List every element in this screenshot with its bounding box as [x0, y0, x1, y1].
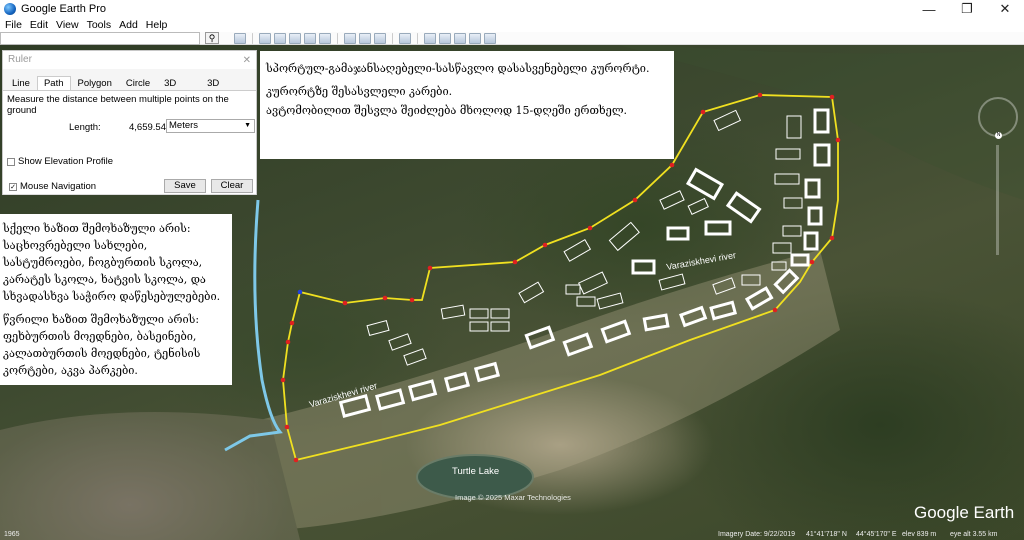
note-line-2: კურორტზე შესასვლელი კარები. [266, 85, 453, 98]
menu-view[interactable]: View [56, 19, 79, 31]
tab-polygon[interactable]: Polygon [71, 76, 119, 90]
mouse-navigation-option[interactable]: ✓ Mouse Navigation [9, 181, 96, 192]
eye-altitude-readout: eye alt 3.55 km [950, 531, 998, 538]
menu-tools[interactable]: Tools [87, 19, 112, 31]
zoom-slider[interactable] [996, 145, 999, 255]
length-value: 4,659.54 [129, 122, 166, 133]
placemark-icon[interactable] [259, 33, 271, 44]
elevation-readout: elev 839 m [902, 531, 937, 538]
elevation-profile-option[interactable]: Show Elevation Profile [7, 156, 113, 167]
note-line-3: ავტომობილით შესვლა შეიძლება მხოლოდ 15-დღ… [266, 104, 628, 117]
menu-help[interactable]: Help [146, 19, 168, 31]
note-line-1: სპორტულ-გამაჯანსაღებელი-სასწავლო დასასვე… [266, 62, 650, 75]
close-button[interactable]: ✕ [986, 0, 1024, 18]
menu-edit[interactable]: Edit [30, 19, 48, 31]
path-icon[interactable] [289, 33, 301, 44]
print-icon[interactable] [439, 33, 451, 44]
elevation-profile-checkbox[interactable] [7, 157, 15, 166]
ruler-icon[interactable] [399, 33, 411, 44]
lake-label: Turtle Lake [452, 466, 500, 477]
latitude-readout: 41°41'718" N [806, 531, 847, 538]
status-year: 1965 [4, 531, 20, 538]
river-path-line [224, 199, 283, 452]
google-earth-app-icon [4, 3, 16, 15]
unit-selected-value: Meters [169, 120, 199, 131]
tab-3d-path[interactable]: 3D path [157, 76, 200, 103]
clear-button[interactable]: Clear [211, 179, 253, 193]
ruler-title: Ruler [8, 54, 32, 65]
ruler-tabs: Line Path Polygon Circle 3D path 3D poly… [3, 76, 256, 103]
legend-note: სქელი ხაზით შემოხაზული არის: საცხოვრებელ… [0, 214, 232, 385]
tab-path[interactable]: Path [36, 76, 71, 90]
tab-line[interactable]: Line [5, 76, 37, 90]
image-overlay-icon[interactable] [304, 33, 316, 44]
toolbar-icons [234, 32, 496, 45]
earth-icon[interactable] [484, 33, 496, 44]
mouse-navigation-checkbox[interactable]: ✓ [9, 182, 17, 191]
polygon-icon[interactable] [274, 33, 286, 44]
chevron-down-icon: ▼ [244, 122, 251, 129]
north-marker-icon: N [995, 132, 1002, 139]
save-button[interactable]: Save [164, 179, 206, 193]
sun-icon[interactable] [359, 33, 371, 44]
unit-select[interactable]: Meters ▼ [166, 119, 255, 133]
toolbar-separator [252, 33, 253, 44]
longitude-readout: 44°45'170" E [856, 531, 897, 538]
boundary-start-vertex [297, 289, 303, 295]
ruler-dialog: Ruler ✕ Line Path Polygon Circle 3D path… [2, 50, 257, 195]
save-image-icon[interactable] [454, 33, 466, 44]
sidebar-toggle-icon[interactable] [234, 33, 246, 44]
compass-control[interactable]: N [978, 97, 1018, 139]
minimize-button[interactable]: — [910, 0, 948, 18]
legend-thin-outline-text: წვრილი ხაზით შემოხაზული არის: ფეხბურთის … [3, 313, 201, 377]
tab-circle[interactable]: Circle [119, 76, 157, 90]
planets-icon[interactable] [374, 33, 386, 44]
view-in-maps-icon[interactable] [469, 33, 481, 44]
menu-bar: File Edit View Tools Add Help [0, 18, 1024, 32]
tab-3d-polygon[interactable]: 3D polygon [200, 76, 256, 103]
menu-add[interactable]: Add [119, 19, 138, 31]
menu-file[interactable]: File [5, 19, 22, 31]
length-label: Length: [69, 122, 101, 133]
search-input[interactable] [0, 32, 200, 45]
imagery-date: Imagery Date: 9/22/2019 [718, 531, 796, 538]
elevation-profile-label: Show Elevation Profile [18, 156, 114, 167]
mouse-navigation-label: Mouse Navigation [20, 181, 97, 192]
ruler-close-button[interactable]: ✕ [243, 52, 251, 70]
copyright-label: Image © 2025 Maxar Technologies [455, 493, 571, 502]
toolbar-separator [337, 33, 338, 44]
window-title: Google Earth Pro [21, 3, 106, 15]
toolbar-separator [392, 33, 393, 44]
email-icon[interactable] [424, 33, 436, 44]
restore-button[interactable]: ❐ [948, 0, 986, 18]
resort-info-note: სპორტულ-გამაჯანსაღებელი-სასწავლო დასასვე… [260, 51, 674, 159]
tour-icon[interactable] [319, 33, 331, 44]
ruler-description: Measure the distance between multiple po… [7, 94, 229, 116]
search-icon[interactable]: ⚲ [205, 32, 219, 44]
title-bar: Google Earth Pro — ❐ ✕ [0, 0, 1024, 18]
status-bar: 1965 Imagery Date: 9/22/2019 41°41'718" … [0, 531, 1024, 540]
google-earth-logo: Google Earth [914, 503, 1015, 522]
ruler-title-bar[interactable]: Ruler ✕ [3, 51, 256, 69]
historical-imagery-icon[interactable] [344, 33, 356, 44]
toolbar-separator [417, 33, 418, 44]
legend-thick-outline-text: სქელი ხაზით შემოხაზული არის: საცხოვრებელ… [3, 222, 221, 303]
